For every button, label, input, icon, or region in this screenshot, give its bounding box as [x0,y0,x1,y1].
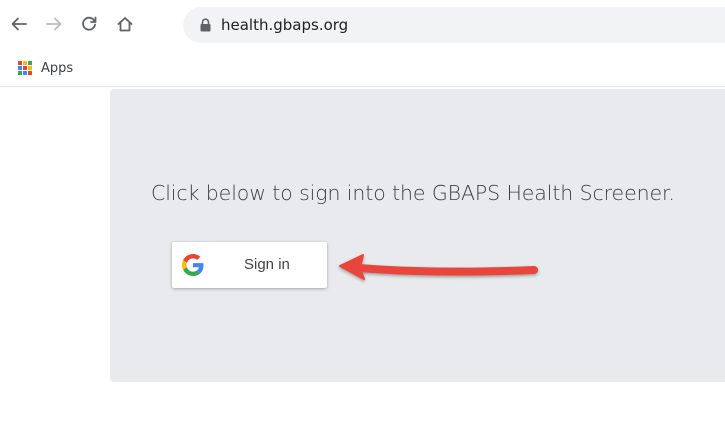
apps-grid-icon [18,61,32,75]
back-button[interactable] [5,10,33,38]
reload-icon [82,16,97,31]
lock-icon [200,18,211,32]
apps-shortcut[interactable]: Apps [18,57,73,79]
signin-label: Sign in [244,256,290,273]
arrow-left-icon [11,17,27,31]
reload-button[interactable] [75,10,103,38]
browser-toolbar: health.gbaps.org [0,0,725,50]
signin-panel: Click below to sign into the GBAPS Healt… [110,89,725,382]
apps-label: Apps [41,60,74,76]
google-g-icon [182,254,204,276]
home-icon [117,17,133,32]
bookmarks-bar: Apps [0,50,725,87]
google-signin-button[interactable]: Sign in [172,242,327,288]
arrow-right-icon [46,17,62,31]
forward-button[interactable] [40,10,68,38]
url-text: health.gbaps.org [221,16,349,34]
home-button[interactable] [111,10,139,38]
page-headline: Click below to sign into the GBAPS Healt… [151,181,675,205]
red-arrow-icon [339,254,538,280]
address-bar[interactable]: health.gbaps.org [183,7,725,43]
